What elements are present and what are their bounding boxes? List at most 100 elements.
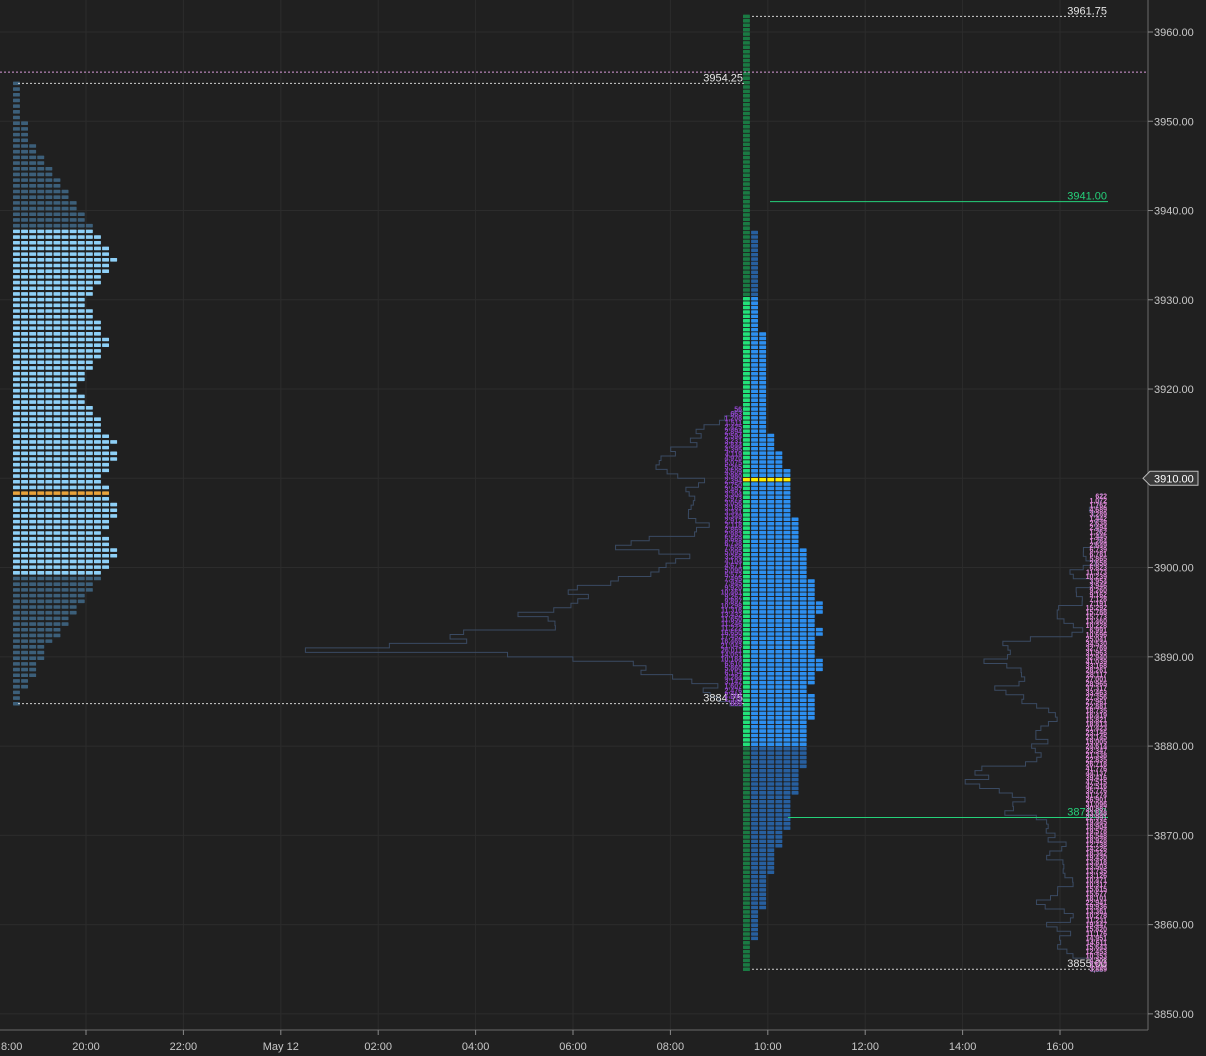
- profile-cell: [21, 605, 28, 609]
- profile-cell: [37, 297, 45, 302]
- profile-cell: [37, 531, 45, 535]
- profile-cell: [743, 782, 750, 786]
- profile-cell: [45, 201, 53, 205]
- profile-cell: [53, 536, 61, 541]
- profile-cell: [751, 460, 758, 464]
- profile-cell: [29, 371, 37, 376]
- profile-cell: [751, 671, 758, 676]
- profile-cell: [791, 777, 799, 782]
- profile-cell: [759, 513, 767, 517]
- profile-cell: [743, 323, 750, 328]
- profile-cell: [775, 614, 783, 619]
- profile-cell: [751, 896, 758, 901]
- profile-cell: [751, 371, 758, 376]
- profile-cell: [783, 746, 791, 751]
- profile-cell: [61, 275, 69, 279]
- profile-cell: [791, 742, 799, 747]
- profile-cell: [759, 619, 767, 623]
- profile-cell: [743, 460, 750, 464]
- price-tick-label: 3920.00: [1154, 384, 1194, 396]
- profile-cell: [85, 320, 93, 325]
- profile-cell: [783, 495, 791, 500]
- profile-cell: [13, 428, 20, 433]
- profile-cell: [743, 358, 750, 363]
- profile-cell: [791, 746, 799, 751]
- profile-cell: [783, 799, 791, 804]
- profile-cell: [751, 402, 758, 407]
- reference-label-prior-high: 3954.25: [703, 72, 743, 84]
- profile-cell: [29, 434, 37, 439]
- profile-cell: [53, 292, 61, 296]
- profile-cell: [743, 535, 750, 539]
- profile-cell: [791, 724, 799, 729]
- profile-cell: [37, 258, 45, 262]
- profile-cell: [751, 861, 758, 866]
- profile-cell: [53, 571, 61, 575]
- profile-cell: [102, 542, 109, 547]
- profile-cell: [13, 252, 20, 256]
- profile-cell: [759, 839, 767, 844]
- profile-cell: [77, 417, 85, 421]
- profile-cell: [13, 588, 20, 592]
- time-tick-label: 20:00: [72, 1041, 100, 1053]
- profile-cell: [77, 559, 85, 564]
- profile-cell: [751, 566, 758, 570]
- profile-cell: [775, 544, 783, 548]
- profile-cell: [759, 857, 767, 861]
- profile-cell: [102, 343, 109, 347]
- profile-cell: [759, 768, 767, 773]
- profile-cell: [807, 698, 815, 702]
- profile-cell: [743, 217, 750, 222]
- profile-cell: [751, 394, 758, 398]
- profile-cell: [751, 932, 758, 936]
- profile-cell: [759, 663, 767, 667]
- profile-cell: [783, 588, 791, 592]
- profile-cell: [29, 314, 37, 319]
- profile-cell: [759, 879, 767, 883]
- profile-cell: [751, 826, 758, 830]
- profile-cell: [37, 582, 45, 586]
- profile-cell: [783, 570, 791, 575]
- profile-cell: [751, 663, 758, 667]
- profile-cell: [743, 319, 750, 323]
- profile-cell: [743, 773, 750, 777]
- profile-cell: [743, 583, 750, 588]
- profile-cell: [743, 367, 750, 372]
- profile-cell: [21, 497, 28, 501]
- profile-cell: [61, 474, 69, 478]
- profile-cell: [85, 229, 93, 234]
- profile-cell: [37, 326, 45, 330]
- profile-cell: [791, 707, 799, 711]
- profile-cell: [21, 457, 28, 461]
- profile-cell: [85, 405, 93, 410]
- profile-cell: [29, 383, 37, 387]
- profile-cell: [102, 497, 109, 501]
- profile-cell: [751, 782, 758, 786]
- profile-cell: [775, 799, 783, 804]
- profile-cell: [775, 641, 783, 645]
- profile-cell: [751, 257, 758, 261]
- profile-cell: [37, 536, 45, 541]
- profile-cell: [783, 583, 791, 588]
- market-profile-chart[interactable]: 3961.753954.253941.003884.753872.003855.…: [0, 0, 1206, 1056]
- profile-cell: [21, 565, 28, 569]
- profile-cell: [743, 667, 750, 672]
- profile-cell: [21, 559, 28, 564]
- profile-cell: [37, 178, 45, 182]
- profile-cell: [799, 588, 807, 592]
- profile-cell: [783, 698, 791, 702]
- profile-cell: [21, 536, 28, 541]
- profile-cell: [799, 720, 807, 725]
- profile-cell: [29, 502, 37, 507]
- profile-cell: [37, 235, 45, 239]
- profile-cell: [53, 275, 61, 279]
- profile-cell: [85, 548, 93, 552]
- profile-cell: [759, 332, 767, 336]
- profile-cell: [759, 605, 767, 610]
- profile-cell: [37, 252, 45, 256]
- profile-cell: [783, 693, 791, 698]
- profile-cell: [799, 561, 807, 566]
- profile-cell: [751, 857, 758, 861]
- price-tick-label: 3900.00: [1154, 563, 1194, 575]
- profile-cell: [751, 535, 758, 539]
